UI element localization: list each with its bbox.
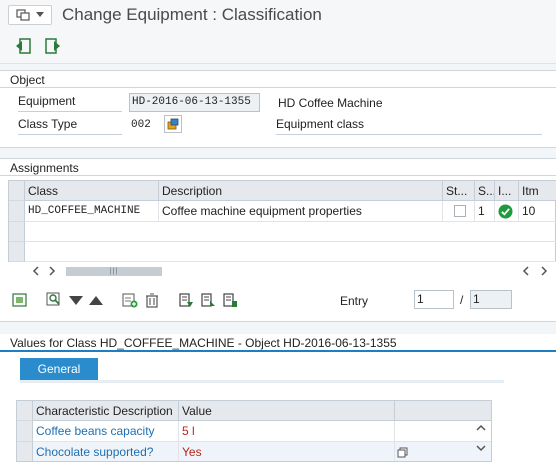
column-header-itm[interactable]: Itm bbox=[519, 181, 556, 201]
class-type-description: Equipment class bbox=[276, 117, 542, 135]
horizontal-scrollbar[interactable]: ||| bbox=[26, 264, 556, 278]
table-cell-s: 1 bbox=[475, 201, 495, 222]
scroll-right-end-icon[interactable] bbox=[540, 266, 548, 276]
delete-row-button[interactable] bbox=[142, 290, 162, 310]
equipment-description: HD Coffee Machine bbox=[278, 96, 383, 110]
select-all-cell[interactable] bbox=[17, 401, 33, 421]
next-object-icon bbox=[45, 38, 60, 54]
first-page-icon bbox=[179, 293, 193, 307]
previous-entry-button[interactable] bbox=[198, 290, 218, 310]
entry-separator: / bbox=[460, 293, 464, 307]
values-section-header: Values for Class HD_COFFEE_MACHINE - Obj… bbox=[0, 334, 556, 352]
chevron-down-icon bbox=[36, 12, 44, 17]
equipment-field[interactable]: HD-2016-06-13-1355 bbox=[129, 93, 260, 112]
scroll-up-icon[interactable] bbox=[476, 424, 486, 432]
column-header-characteristic[interactable]: Characteristic Description bbox=[33, 401, 179, 421]
equipment-label: Equipment bbox=[18, 94, 122, 112]
table-cell-value[interactable]: 5 l bbox=[179, 421, 395, 442]
assignments-section-header: Assignments bbox=[0, 158, 556, 176]
previous-page-icon bbox=[201, 293, 215, 307]
scroll-left-end-icon[interactable] bbox=[522, 266, 530, 276]
table-cell-itm: 10 bbox=[519, 201, 556, 222]
column-header-i[interactable]: I... bbox=[495, 181, 519, 201]
status-checkbox[interactable] bbox=[454, 205, 466, 217]
row-selector[interactable] bbox=[9, 242, 25, 262]
table-cell-characteristic[interactable]: Chocolate supported? bbox=[33, 442, 179, 461]
scroll-left-icon[interactable] bbox=[32, 266, 40, 276]
page-title: Change Equipment : Classification bbox=[62, 5, 322, 24]
first-entry-button[interactable] bbox=[176, 290, 196, 310]
details-icon bbox=[12, 293, 27, 307]
lookup-icon bbox=[167, 118, 179, 130]
table-cell-description[interactable]: Coffee machine equipment properties bbox=[159, 201, 443, 222]
menu-icon bbox=[16, 9, 30, 21]
object-section-header: Object bbox=[0, 70, 556, 88]
entry-total: 1 bbox=[470, 290, 512, 309]
tab-strip-line bbox=[20, 380, 504, 383]
details-button[interactable] bbox=[10, 290, 30, 310]
table-cell-class[interactable]: HD_COFFEE_MACHINE bbox=[25, 201, 159, 222]
scroll-thumb[interactable]: ||| bbox=[66, 267, 162, 276]
menu-button[interactable] bbox=[8, 5, 52, 25]
column-header-value[interactable]: Value bbox=[179, 401, 395, 421]
row-selector[interactable] bbox=[17, 421, 33, 442]
table-cell-i bbox=[495, 201, 519, 222]
triangle-up-icon bbox=[89, 296, 103, 305]
insert-row-button[interactable] bbox=[120, 290, 140, 310]
move-up-button[interactable] bbox=[86, 290, 106, 310]
column-header-description[interactable]: Description bbox=[159, 181, 443, 201]
move-down-button[interactable] bbox=[66, 290, 86, 310]
entry-label: Entry bbox=[340, 294, 369, 308]
column-header-status[interactable]: St... bbox=[443, 181, 475, 201]
scroll-down-icon[interactable] bbox=[476, 444, 486, 452]
magnifier-icon bbox=[46, 292, 60, 306]
select-all-cell[interactable] bbox=[9, 181, 25, 201]
class-type-label: Class Type bbox=[18, 117, 122, 135]
title-bar: Change Equipment : Classification bbox=[0, 0, 556, 30]
next-button[interactable] bbox=[42, 35, 64, 57]
triangle-down-icon bbox=[69, 296, 83, 305]
next-entry-button[interactable] bbox=[220, 290, 240, 310]
row-selector[interactable] bbox=[9, 222, 25, 242]
trash-icon bbox=[146, 293, 158, 308]
toolbar bbox=[0, 30, 556, 64]
row-selector[interactable] bbox=[9, 201, 25, 222]
insert-row-icon bbox=[122, 293, 138, 308]
entry-input[interactable]: 1 bbox=[414, 290, 454, 309]
scroll-right-icon[interactable] bbox=[48, 266, 56, 276]
table-cell-status bbox=[443, 201, 475, 222]
row-selector[interactable] bbox=[17, 442, 33, 461]
table-row-empty bbox=[25, 242, 556, 262]
previous-object-icon bbox=[16, 38, 31, 54]
table-cell-value[interactable]: Yes bbox=[179, 442, 395, 461]
table-row-empty bbox=[25, 222, 556, 242]
next-page-icon bbox=[223, 293, 237, 307]
scroll-grip-icon: ||| bbox=[109, 268, 119, 275]
characteristics-table: Characteristic Description Value Coffee … bbox=[16, 400, 492, 462]
copy-icon[interactable] bbox=[397, 447, 408, 458]
search-button[interactable] bbox=[44, 290, 64, 310]
class-type-lookup-button[interactable] bbox=[164, 115, 182, 133]
previous-button[interactable] bbox=[12, 35, 34, 57]
check-icon bbox=[498, 204, 513, 219]
column-header-s[interactable]: S... bbox=[475, 181, 495, 201]
tab-general[interactable]: General bbox=[20, 358, 98, 380]
table-cell-characteristic[interactable]: Coffee beans capacity bbox=[33, 421, 179, 442]
column-header-class[interactable]: Class bbox=[25, 181, 159, 201]
class-type-value: 002 bbox=[131, 119, 151, 131]
assignments-table: Class Description St... S... I... Itm HD… bbox=[8, 180, 556, 262]
vertical-scrollbar[interactable] bbox=[472, 400, 490, 462]
